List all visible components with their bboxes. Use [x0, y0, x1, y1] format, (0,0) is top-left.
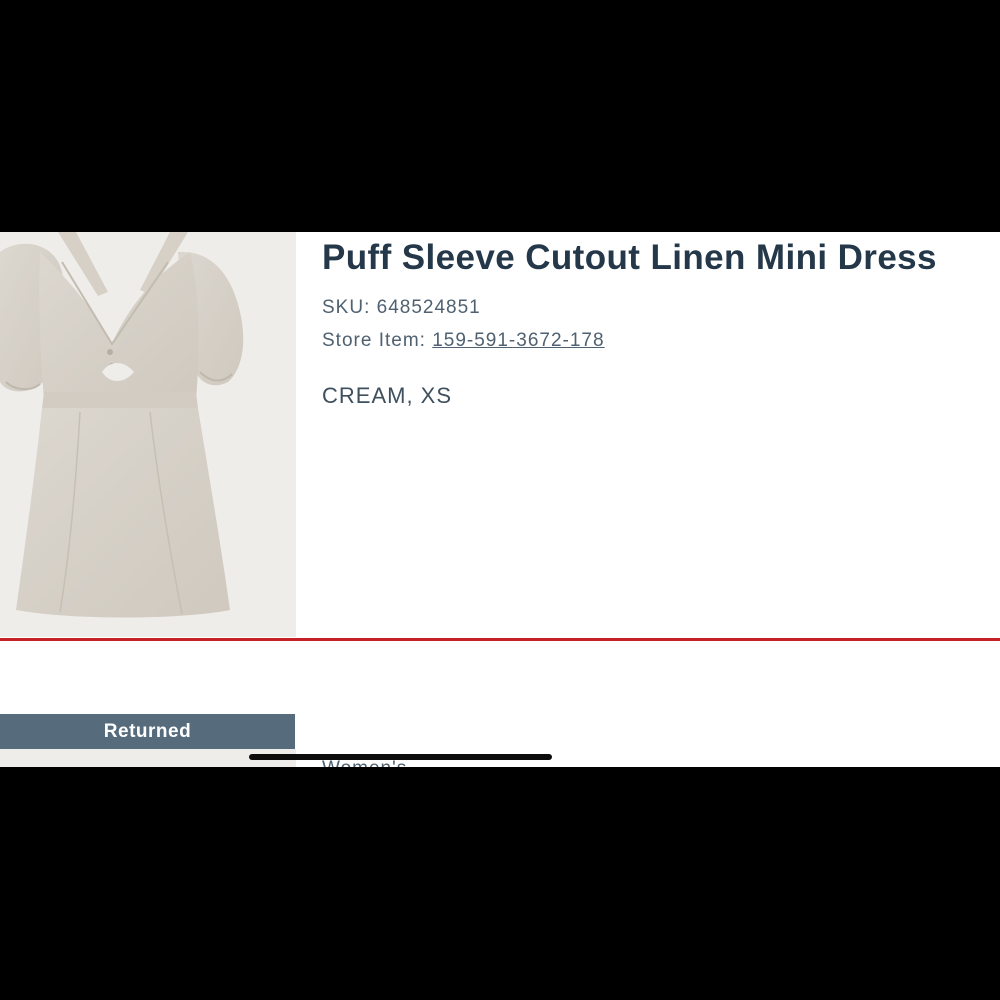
section-divider — [0, 638, 1000, 641]
product-details: Puff Sleeve Cutout Linen Mini Dress SKU:… — [322, 232, 980, 409]
order-details-screen: Puff Sleeve Cutout Linen Mini Dress SKU:… — [0, 232, 1000, 767]
home-indicator[interactable] — [249, 754, 552, 760]
sku-value: 648524851 — [376, 297, 481, 318]
sku-label: SKU: — [322, 297, 371, 318]
store-item-label: Store Item: — [322, 330, 426, 351]
store-item-link[interactable]: 159-591-3672-178 — [432, 330, 604, 351]
sku-row: SKU: 648524851 — [322, 296, 980, 320]
store-item-row: Store Item: 159-591-3672-178 — [322, 329, 980, 353]
status-badge: Returned — [0, 714, 295, 749]
product-image[interactable] — [0, 232, 296, 637]
dress-photo-icon — [0, 232, 296, 637]
product-title: Puff Sleeve Cutout Linen Mini Dress — [322, 238, 937, 277]
product-variant: CREAM, XS — [322, 383, 453, 408]
